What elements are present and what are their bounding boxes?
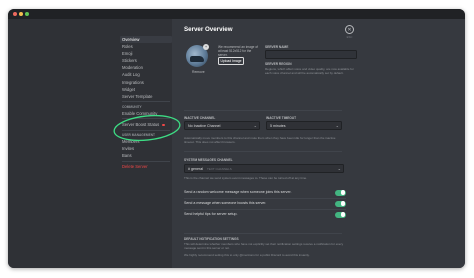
window-titlebar [8,9,465,19]
nav-separator [122,118,170,120]
boost-indicator-dot [162,123,165,127]
boost-message-toggle-row: Send a message when someone boosts this … [184,199,346,208]
inactive-help-text: Automatically move members to this chann… [184,136,336,144]
sidebar-item-members[interactable]: Members [120,138,172,145]
sidebar-item-server-boost-status[interactable]: Server Boost Status [120,121,172,128]
system-channel-help: This is the channel we send system event… [184,176,307,180]
sidebar-item-moderation[interactable]: Moderation [120,64,172,71]
sidebar-item-roles[interactable]: Roles [120,43,172,50]
system-channel-select[interactable]: # general TEXT CHANNELS ⌄ [184,164,344,173]
system-messages-section: SYSTEM MESSAGES CHANNEL # general TEXT CH… [184,158,344,180]
sidebar-item-invites[interactable]: Invites [120,145,172,152]
settings-window: Overview Roles Emoji Stickers Moderation… [8,9,465,268]
inactive-timeout-select[interactable]: 5 minutes ⌄ [266,121,342,130]
settings-nav: Overview Roles Emoji Stickers Moderation… [120,36,172,170]
welcome-message-label: Send a random welcome message when someo… [184,190,292,194]
nav-separator [122,160,170,162]
close-icon: ✕ [347,27,352,33]
community-section-header: COMMUNITY [122,104,142,109]
sidebar-item-bans[interactable]: Bans [120,152,172,159]
default-notifications-help: This will determine whether members who … [184,242,344,250]
system-channel-category: TEXT CHANNELS [207,167,232,171]
icon-recommendation-text: We recommend an image of at least 512x51… [218,45,258,58]
sidebar-item-audit-log[interactable]: Audit Log [120,71,172,78]
boost-message-toggle[interactable] [335,200,346,207]
system-channel-value: # general [188,167,203,171]
server-name-input[interactable] [265,50,357,59]
inactive-channel-value: No Inactive Channel [188,124,221,128]
esc-hint: ESC [346,35,353,39]
default-notifications-help-2: We highly recommend setting this to only… [184,253,310,257]
window-close-control[interactable] [13,12,17,16]
sidebar-item-overview[interactable]: Overview [120,36,172,44]
inactive-settings: INACTIVE CHANNEL No Inactive Channel ⌄ I… [184,116,342,146]
setup-tips-toggle[interactable] [335,211,346,218]
boost-message-label: Send a message when someone boosts this … [184,201,267,205]
sidebar-item-delete-server[interactable]: Delete Server [120,163,172,170]
page-title: Server Overview [184,26,233,33]
chevron-down-icon: ⌄ [337,166,341,171]
server-name-block: SERVER NAME SERVER REGION Regions, which… [265,45,365,75]
chevron-down-icon: ⌄ [253,123,257,128]
section-divider [184,151,342,152]
settings-sidebar: Overview Roles Emoji Stickers Moderation… [8,19,172,268]
sidebar-item-stickers[interactable]: Stickers [120,57,172,64]
chevron-down-icon: ⌄ [335,123,339,128]
window-maximize-control[interactable] [25,12,29,16]
sidebar-item-widget[interactable]: Widget [120,86,172,93]
remove-icon-link[interactable]: Remove [192,70,205,74]
settings-main: Server Overview ✕ ESC + Remove We recomm… [172,19,465,268]
server-region-hint: Regions, which affect voice and video qu… [265,67,354,75]
nav-separator [122,101,170,103]
close-settings-button[interactable]: ✕ [345,25,354,34]
boost-status-label: Server Boost Status [122,121,160,127]
inactive-timeout-value: 5 minutes [270,124,286,128]
welcome-message-toggle-row: Send a random welcome message when someo… [184,188,346,197]
welcome-message-toggle[interactable] [335,189,346,196]
default-notifications-section: DEFAULT NOTIFICATION SETTINGS This will … [184,237,346,257]
server-icon-section: + Remove We recommend an image of at lea… [184,43,359,85]
sidebar-item-server-template[interactable]: Server Template [120,93,172,100]
system-channel-label: SYSTEM MESSAGES CHANNEL [184,158,233,162]
inactive-channel-select[interactable]: No Inactive Channel ⌄ [184,121,260,130]
section-divider [184,233,342,234]
sidebar-item-emoji[interactable]: Emoji [120,50,172,57]
section-divider [184,110,342,111]
nav-separator [122,129,170,131]
setup-tips-label: Send helpful tips for server setup. [184,212,238,216]
upload-image-button[interactable]: Upload Image [218,57,244,65]
add-image-icon[interactable]: + [203,44,209,50]
sidebar-item-enable-community[interactable]: Enable Community [120,110,172,117]
sidebar-item-integrations[interactable]: Integrations [120,79,172,86]
setup-tips-toggle-row: Send helpful tips for server setup. [184,210,346,219]
window-minimize-control[interactable] [19,12,23,16]
